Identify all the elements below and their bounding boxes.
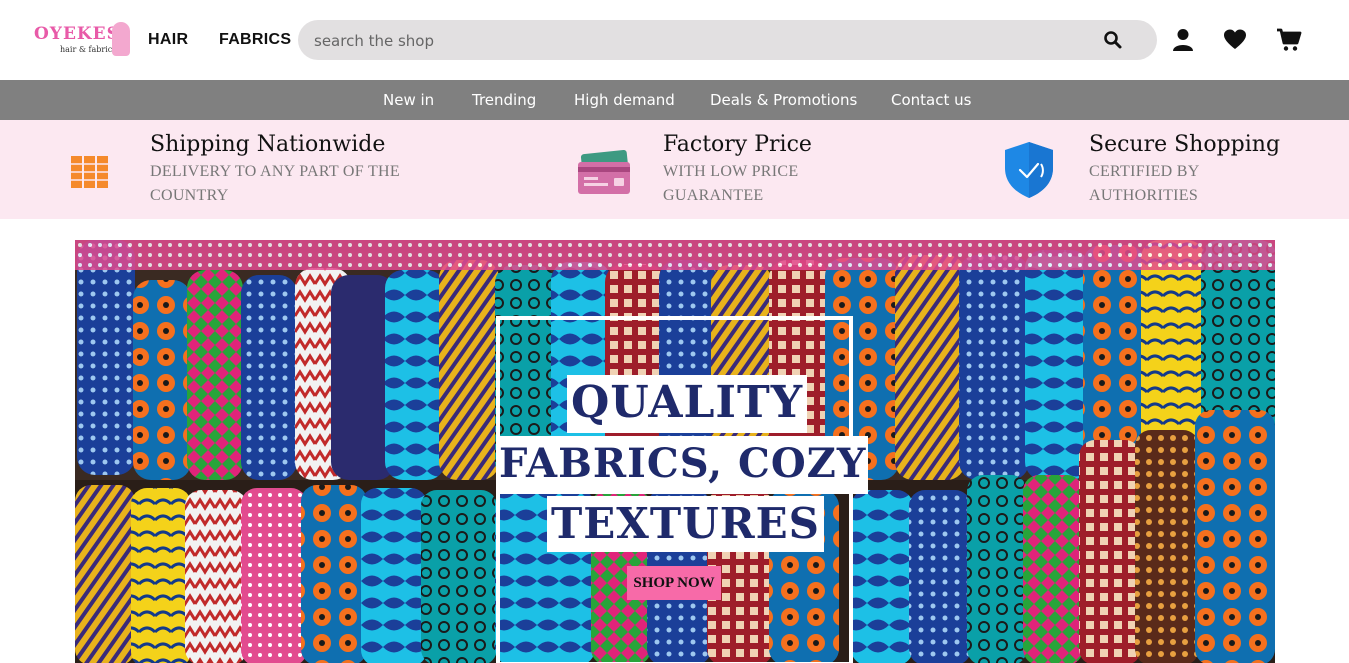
cart-icon[interactable] <box>1276 28 1302 52</box>
category-contact-us[interactable]: Contact us <box>891 91 971 109</box>
credit-card-icon <box>576 149 632 201</box>
feature-subtitle-secure-line2: AUTHORITIES <box>1089 187 1199 204</box>
category-nav: New in Trending High demand Deals & Prom… <box>0 80 1349 120</box>
nav-hair[interactable]: HAIR <box>148 31 188 49</box>
category-high-demand[interactable]: High demand <box>574 91 675 109</box>
shop-now-button[interactable]: SHOP NOW <box>627 566 721 600</box>
search-input[interactable] <box>314 30 1074 52</box>
shield-check-icon <box>1002 140 1056 205</box>
search-bar <box>298 20 1157 60</box>
hero-heading-line1: QUALITY <box>567 375 808 433</box>
brand-logo[interactable]: OYEKES hair & fabrics <box>34 20 130 60</box>
search-icon[interactable] <box>1103 30 1123 50</box>
site-header: OYEKES hair & fabrics HAIR FABRICS <box>0 0 1349 80</box>
feature-subtitle-secure-line1: CERTIFIED BY <box>1089 163 1200 180</box>
feature-title-shipping: Shipping Nationwide <box>150 132 386 157</box>
user-icon[interactable] <box>1170 28 1196 52</box>
feature-title-secure: Secure Shopping <box>1089 132 1281 157</box>
feature-subtitle-shipping-line2: COUNTRY <box>150 187 229 204</box>
heart-icon[interactable] <box>1222 28 1248 52</box>
feature-subtitle-shipping-line1: DELIVERY TO ANY PART OF THE <box>150 163 400 180</box>
feature-title-factory-price: Factory Price <box>663 132 812 157</box>
brand-tagline: hair & fabrics <box>60 45 117 54</box>
logo-silhouette-icon <box>112 22 130 56</box>
feature-subtitle-price-line2: GUARANTEE <box>663 187 764 204</box>
brand-name: OYEKES <box>34 24 120 44</box>
hero-banner: QUALITY FABRICS, COZY TEXTURES SHOP NOW <box>75 240 1275 663</box>
category-trending[interactable]: Trending <box>472 91 536 109</box>
hero-heading-line2: FABRICS, COZY <box>497 436 869 494</box>
nav-fabrics[interactable]: FABRICS <box>219 31 291 49</box>
category-new-in[interactable]: New in <box>383 91 434 109</box>
hero-heading-line3: TEXTURES <box>547 496 824 552</box>
features-strip: Shipping Nationwide DELIVERY TO ANY PART… <box>0 120 1349 219</box>
category-deals-promotions[interactable]: Deals & Promotions <box>710 91 857 109</box>
package-icon <box>70 154 110 195</box>
feature-subtitle-price-line1: WITH LOW PRICE <box>663 163 799 180</box>
